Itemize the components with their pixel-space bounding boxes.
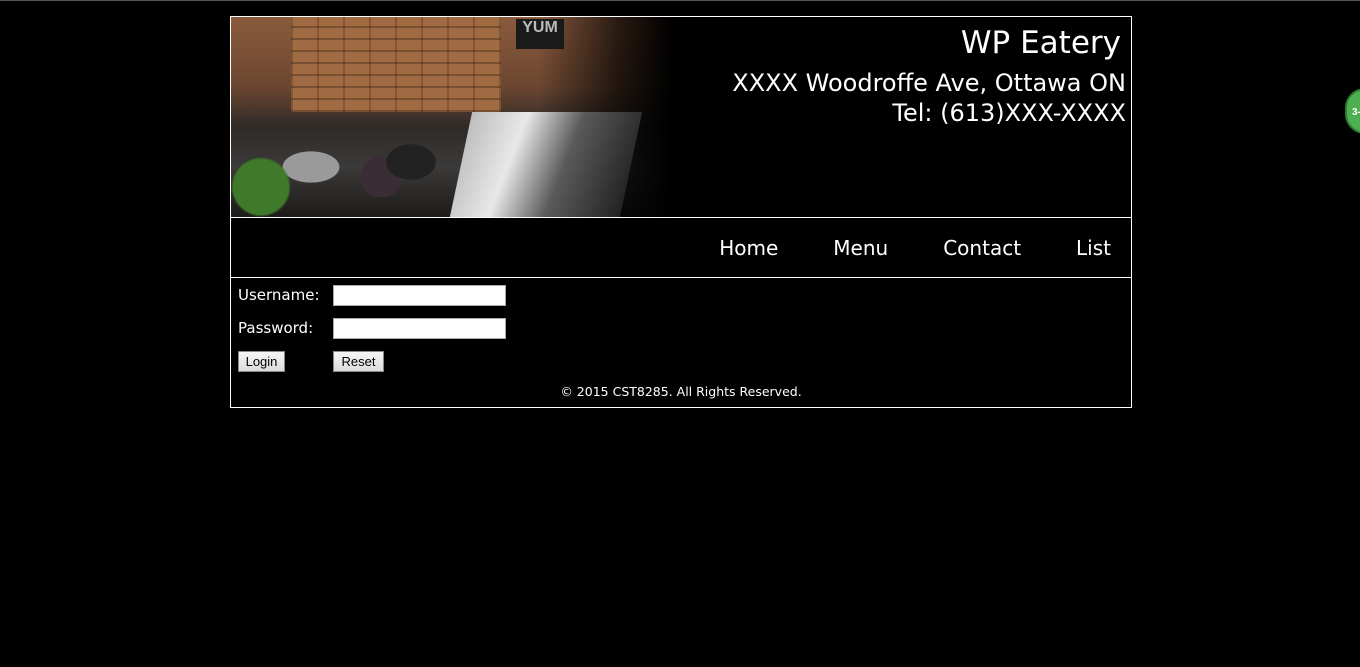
kitchen-banner-image: YUM <box>231 17 671 217</box>
nav-link-contact[interactable]: Contact <box>943 234 1021 262</box>
main-nav: Home Menu Contact List <box>231 218 1131 278</box>
footer-copyright: © 2015 CST8285. All Rights Reserved. <box>560 384 802 399</box>
login-form: Username: Password: Login Reset © 2015 C… <box>231 278 1131 406</box>
restaurant-phone: Tel: (613)XXX-XXXX <box>892 99 1126 127</box>
top-divider <box>0 0 1360 1</box>
brick-wall-graphic <box>291 17 501 112</box>
username-input[interactable] <box>333 285 506 306</box>
password-label: Password: <box>238 319 314 337</box>
reset-button[interactable]: Reset <box>333 351 384 372</box>
login-button[interactable]: Login <box>238 351 285 372</box>
nav-link-menu[interactable]: Menu <box>833 234 888 262</box>
nav-link-home[interactable]: Home <box>719 234 778 262</box>
counter-graphic <box>449 112 643 217</box>
side-badge[interactable]: 3- <box>1345 88 1360 134</box>
site-title: WP Eatery <box>960 25 1121 61</box>
restaurant-address: XXXX Woodroffe Ave, Ottawa ON <box>732 69 1126 97</box>
password-input[interactable] <box>333 318 506 339</box>
yum-sign-graphic: YUM <box>516 19 564 49</box>
site-header: YUM WP Eatery XXXX Woodroffe Ave, Ottawa… <box>231 17 1131 218</box>
nav-link-list[interactable]: List <box>1076 234 1111 262</box>
page-container: YUM WP Eatery XXXX Woodroffe Ave, Ottawa… <box>230 16 1132 408</box>
plant-graphic <box>231 157 301 217</box>
username-label: Username: <box>238 286 320 304</box>
